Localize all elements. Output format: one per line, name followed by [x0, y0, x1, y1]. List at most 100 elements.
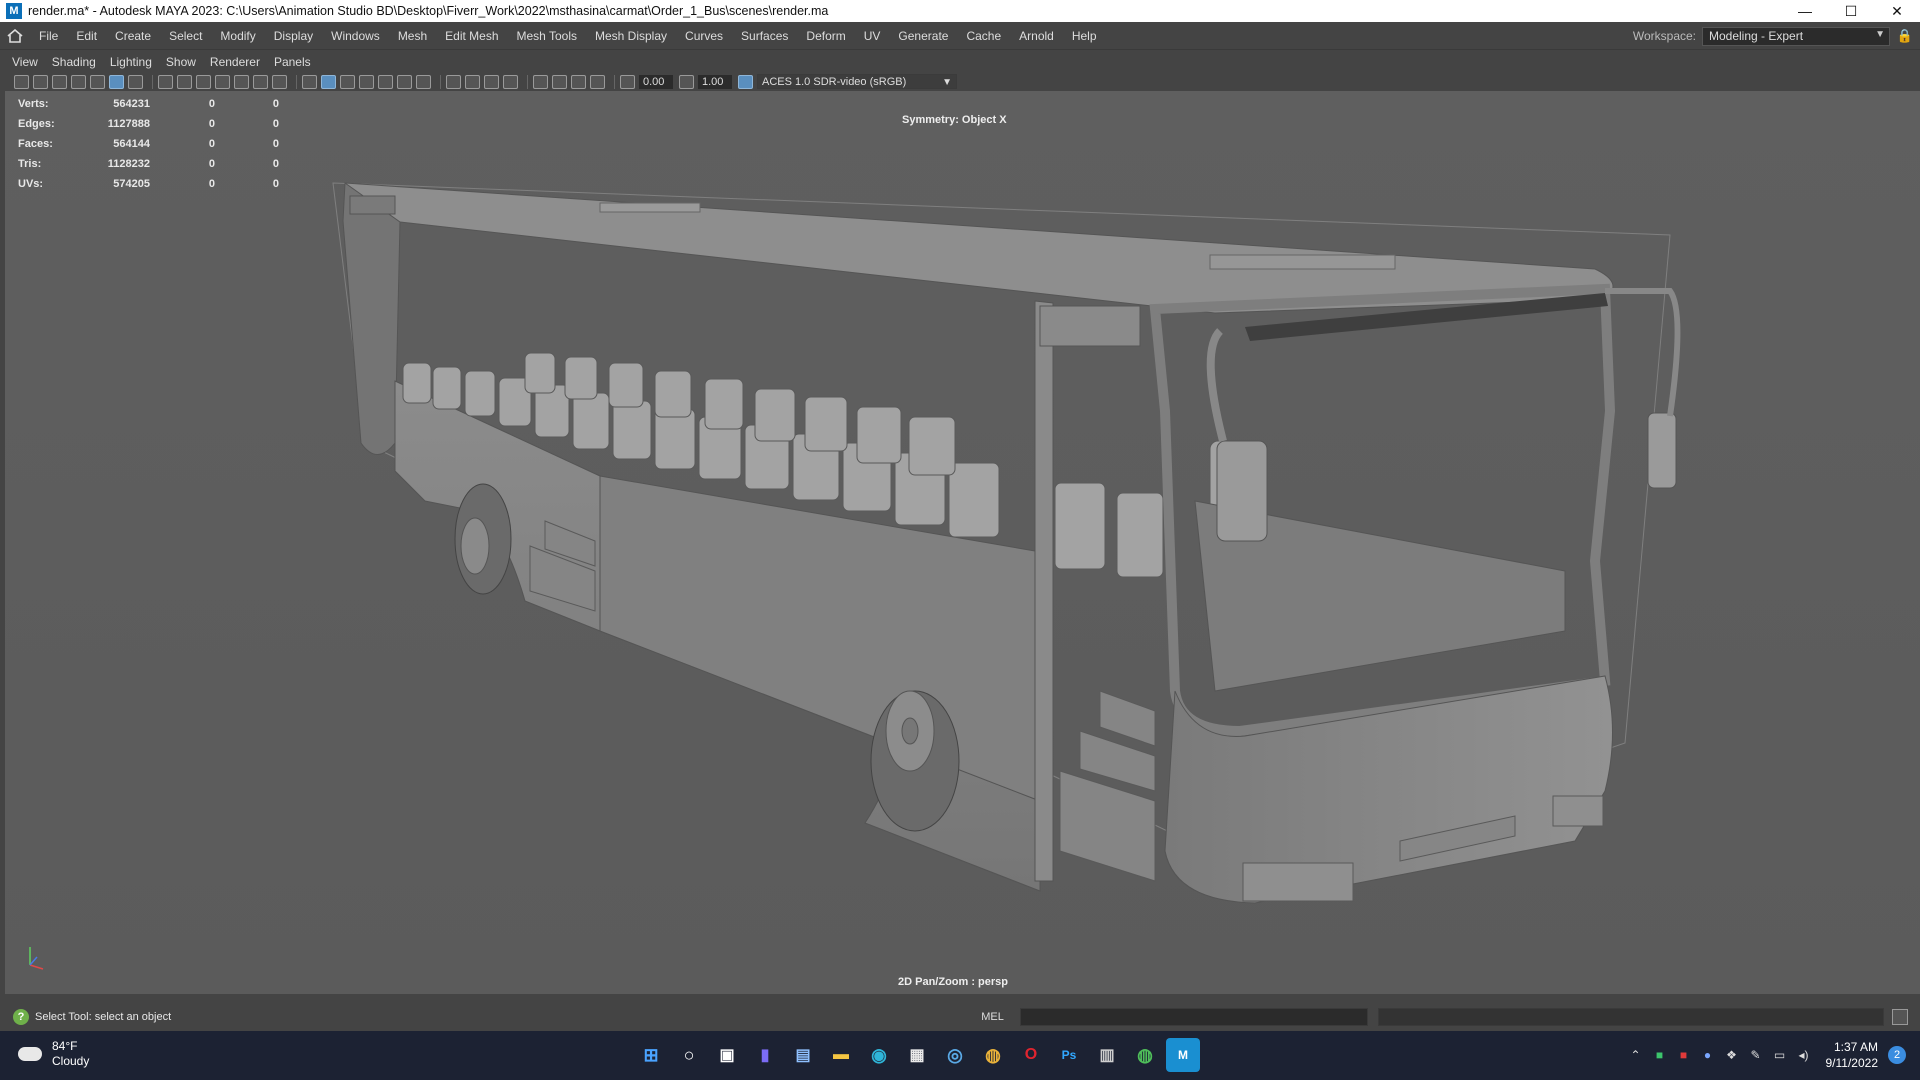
weather-widget[interactable]: 84°F Cloudy — [18, 1039, 89, 1069]
mel-result-field — [1378, 1008, 1884, 1026]
gamma-field[interactable]: 1.00 — [698, 74, 732, 89]
menu-surfaces[interactable]: Surfaces — [732, 29, 797, 43]
dropbox-icon[interactable]: ❖ — [1724, 1048, 1740, 1062]
chrome-profile-icon[interactable]: ◍ — [1128, 1038, 1162, 1072]
xray-icon[interactable] — [552, 74, 567, 89]
xray-joints-icon[interactable] — [571, 74, 586, 89]
hud-row-edges: Edges: 1127888 0 0 — [18, 114, 279, 134]
exposure-field[interactable]: 0.00 — [639, 74, 673, 89]
menu-cache[interactable]: Cache — [957, 29, 1010, 43]
menu-mesh-display[interactable]: Mesh Display — [586, 29, 676, 43]
wireframe-on-shaded-icon[interactable] — [359, 74, 374, 89]
menu-deform[interactable]: Deform — [797, 29, 854, 43]
menu-mesh[interactable]: Mesh — [389, 29, 436, 43]
backface-culling-icon[interactable] — [590, 74, 605, 89]
wireframe-icon[interactable] — [302, 74, 317, 89]
camera-icon[interactable] — [14, 74, 29, 89]
view-transform-dropdown[interactable]: ACES 1.0 SDR-video (sRGB) ▼ — [757, 74, 957, 89]
camera-attributes-icon[interactable] — [52, 74, 67, 89]
chevron-up-icon[interactable]: ⌃ — [1628, 1048, 1644, 1062]
mel-command-input[interactable] — [1020, 1008, 1368, 1026]
field-chart-icon[interactable] — [234, 74, 249, 89]
hud-label: Tris: — [18, 158, 42, 170]
file-explorer-icon[interactable]: ▬ — [824, 1038, 858, 1072]
depth-of-field-icon[interactable] — [503, 74, 518, 89]
menu-mesh-tools[interactable]: Mesh Tools — [508, 29, 586, 43]
menu-arnold[interactable]: Arnold — [1010, 29, 1063, 43]
start-icon[interactable]: ⊞ — [634, 1038, 668, 1072]
notification-badge[interactable]: 2 — [1888, 1046, 1906, 1064]
maya-icon[interactable]: M — [1166, 1038, 1200, 1072]
browser-icon[interactable]: ◎ — [938, 1038, 972, 1072]
anti-aliasing-icon[interactable] — [484, 74, 499, 89]
menu-file[interactable]: File — [30, 29, 67, 43]
smooth-shade-icon[interactable] — [321, 74, 336, 89]
menu-modify[interactable]: Modify — [211, 29, 264, 43]
menu-edit-mesh[interactable]: Edit Mesh — [436, 29, 507, 43]
pencil-icon[interactable] — [128, 74, 143, 89]
textured-icon[interactable] — [378, 74, 393, 89]
chat-icon[interactable]: ▮ — [748, 1038, 782, 1072]
security-icon[interactable]: ■ — [1652, 1048, 1668, 1062]
network-icon[interactable]: ▭ — [1772, 1048, 1788, 1062]
menu-windows[interactable]: Windows — [322, 29, 389, 43]
gate-mask-icon[interactable] — [215, 74, 230, 89]
minimize-button[interactable]: — — [1782, 0, 1828, 22]
close-button[interactable]: ✕ — [1874, 0, 1920, 22]
home-icon[interactable] — [0, 22, 30, 50]
grid-icon[interactable] — [158, 74, 173, 89]
lights-icon[interactable] — [397, 74, 412, 89]
menu-select[interactable]: Select — [160, 29, 211, 43]
menu-edit[interactable]: Edit — [67, 29, 106, 43]
windows-taskbar: 84°F Cloudy ⊞ ○ ▣ ▮ ▤ ▬ ◉ ▦ ◎ ◍ O Ps ▥ ◍… — [0, 1031, 1920, 1080]
film-gate-icon[interactable] — [177, 74, 192, 89]
motion-blur-icon[interactable] — [465, 74, 480, 89]
globe-icon[interactable]: ● — [1700, 1048, 1716, 1062]
script-editor-icon[interactable] — [1892, 1009, 1908, 1025]
bookmark-icon[interactable] — [71, 74, 86, 89]
safe-action-icon[interactable] — [253, 74, 268, 89]
menu-curves[interactable]: Curves — [676, 29, 732, 43]
maximize-button[interactable]: ☐ — [1828, 0, 1874, 22]
shadows-icon[interactable] — [416, 74, 431, 89]
grease-pencil-icon[interactable] — [109, 74, 124, 89]
safe-title-icon[interactable] — [272, 74, 287, 89]
lock-icon[interactable]: 🔒 — [1890, 28, 1920, 44]
edge-icon[interactable]: ◉ — [862, 1038, 896, 1072]
image-plane-icon[interactable] — [90, 74, 105, 89]
photos-icon[interactable]: ▤ — [786, 1038, 820, 1072]
panel-menu-renderer[interactable]: Renderer — [203, 55, 267, 69]
menu-display[interactable]: Display — [265, 29, 322, 43]
calculator-icon[interactable]: ▥ — [1090, 1038, 1124, 1072]
panel-menu-panels[interactable]: Panels — [267, 55, 318, 69]
clock[interactable]: 1:37 AM 9/11/2022 — [1826, 1039, 1879, 1071]
color-management-icon[interactable] — [738, 74, 753, 89]
volume-icon[interactable]: ◂) — [1796, 1048, 1812, 1062]
menu-create[interactable]: Create — [106, 29, 160, 43]
store-icon[interactable]: ▦ — [900, 1038, 934, 1072]
antivirus-icon[interactable]: ■ — [1676, 1048, 1692, 1062]
resolution-gate-icon[interactable] — [196, 74, 211, 89]
viewport-persp[interactable]: Verts: 564231 0 0 Edges: 1127888 0 0 Fac… — [5, 91, 1920, 994]
task-view-icon[interactable]: ▣ — [710, 1038, 744, 1072]
workspace-dropdown[interactable]: Modeling - Expert ▼ — [1702, 26, 1890, 46]
pen-icon[interactable]: ✎ — [1748, 1048, 1764, 1062]
mel-language-toggle[interactable]: MEL — [965, 1011, 1020, 1023]
isolate-select-icon[interactable] — [533, 74, 548, 89]
panel-menu-show[interactable]: Show — [159, 55, 203, 69]
exposure-icon[interactable] — [620, 74, 635, 89]
menu-uv[interactable]: UV — [855, 29, 890, 43]
default-material-icon[interactable] — [340, 74, 355, 89]
ambient-occlusion-icon[interactable] — [446, 74, 461, 89]
panel-menu-view[interactable]: View — [5, 55, 45, 69]
camera-lock-icon[interactable] — [33, 74, 48, 89]
panel-menu-lighting[interactable]: Lighting — [103, 55, 159, 69]
chrome-icon[interactable]: ◍ — [976, 1038, 1010, 1072]
photoshop-icon[interactable]: Ps — [1052, 1038, 1086, 1072]
search-icon[interactable]: ○ — [672, 1038, 706, 1072]
menu-generate[interactable]: Generate — [889, 29, 957, 43]
menu-help[interactable]: Help — [1063, 29, 1106, 43]
panel-menu-shading[interactable]: Shading — [45, 55, 103, 69]
opera-icon[interactable]: O — [1014, 1038, 1048, 1072]
gamma-icon[interactable] — [679, 74, 694, 89]
